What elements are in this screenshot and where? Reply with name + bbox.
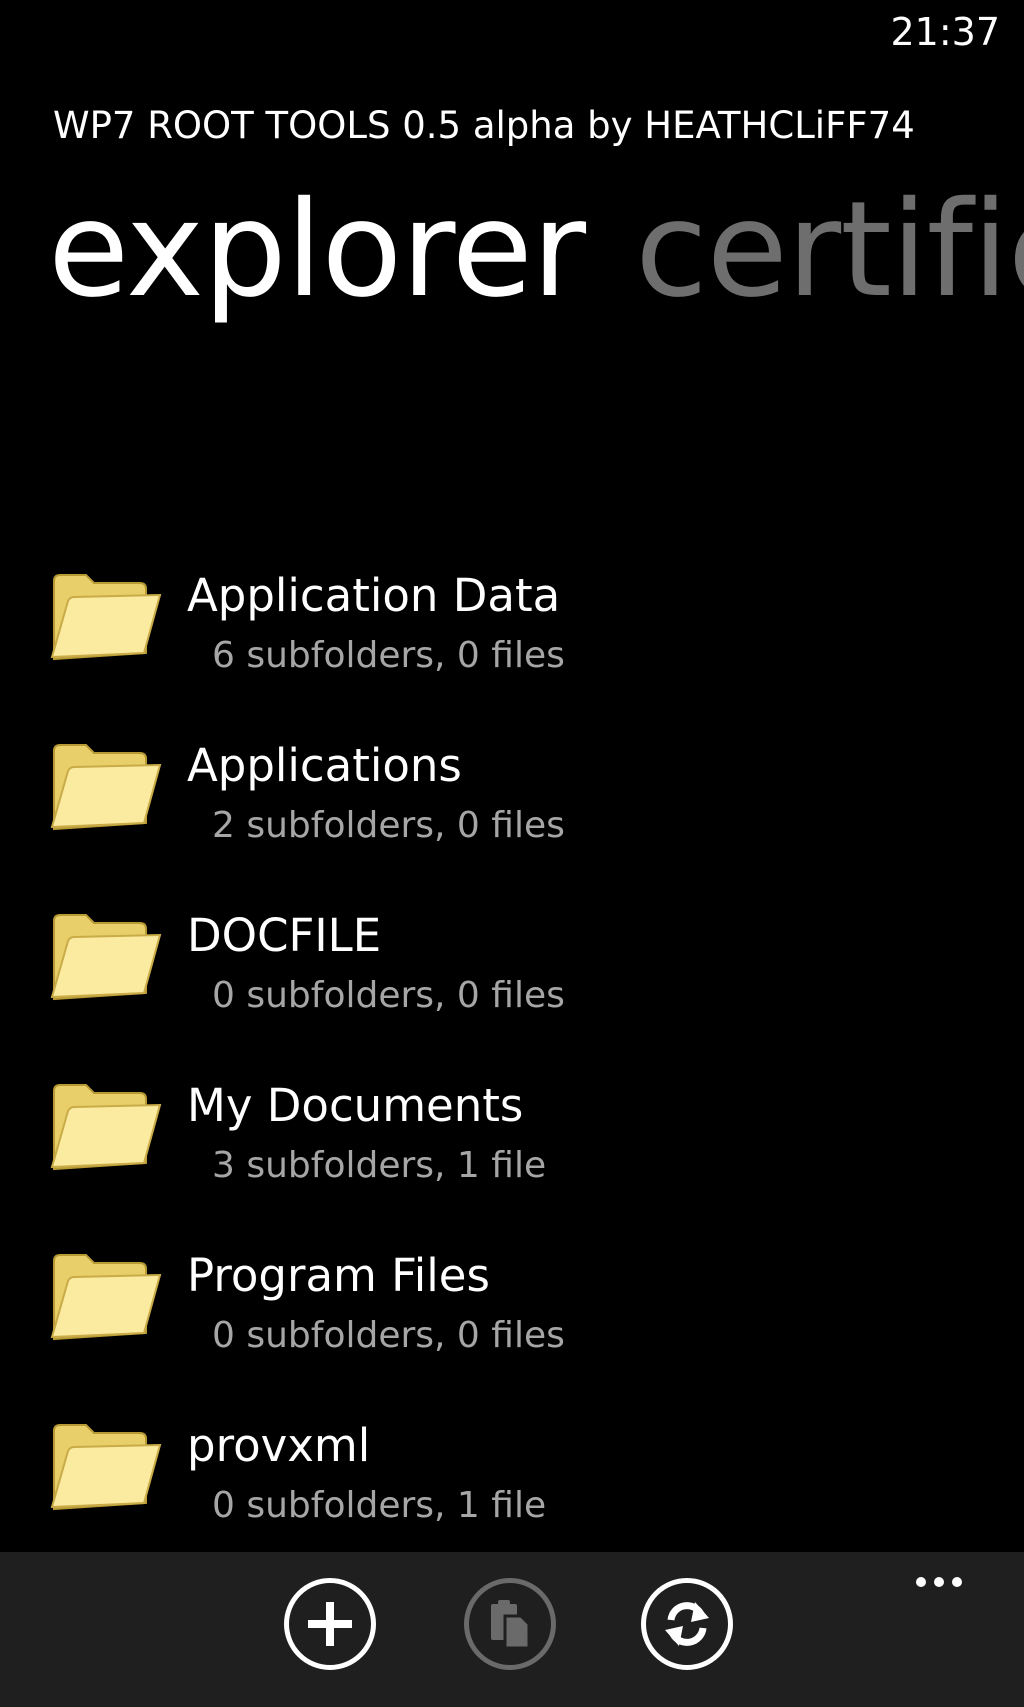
file-name: DOCFILE [187,909,382,962]
file-name: Program Files [187,1249,490,1302]
file-name: Application Data [187,569,561,622]
list-item[interactable]: provxml 0 subfolders, 1 file [0,1405,1024,1575]
add-button[interactable] [284,1578,376,1670]
folder-icon [50,744,162,831]
list-item[interactable]: Application Data 6 subfolders, 0 files [0,555,1024,725]
refresh-button[interactable] [641,1578,733,1670]
paste-icon [491,1600,531,1650]
file-name: My Documents [187,1079,524,1132]
refresh-icon [665,1602,709,1646]
folder-icon [50,914,162,1001]
folder-icon [50,1254,162,1341]
folder-icon [50,1084,162,1171]
status-time: 21:37 [890,10,1000,54]
paste-button[interactable] [464,1578,556,1670]
file-meta: 6 subfolders, 0 files [212,635,565,676]
file-name: Applications [187,739,462,792]
pivot-item-certificates[interactable]: certific [635,170,1024,330]
more-dots-icon[interactable] [916,1572,976,1592]
folder-icon [50,1424,162,1511]
dot [916,1577,926,1587]
list-item[interactable]: DOCFILE 0 subfolders, 0 files [0,895,1024,1065]
file-meta: 0 subfolders, 1 file [212,1485,547,1526]
file-meta: 0 subfolders, 0 files [212,1315,565,1356]
file-meta: 3 subfolders, 1 file [212,1145,547,1186]
application-bar [0,1552,1024,1707]
file-name: provxml [187,1419,371,1472]
file-list: Application Data 6 subfolders, 0 files A… [0,555,1024,1575]
list-item[interactable]: Applications 2 subfolders, 0 files [0,725,1024,895]
dot [934,1577,944,1587]
status-bar: 21:37 [0,0,1024,70]
pivot-item-explorer[interactable]: explorer [48,170,586,330]
list-item[interactable]: My Documents 3 subfolders, 1 file [0,1065,1024,1235]
pivot-header: explorer certific [48,170,1024,330]
dot [952,1577,962,1587]
file-meta: 0 subfolders, 0 files [212,975,565,1016]
list-item[interactable]: Program Files 0 subfolders, 0 files [0,1235,1024,1405]
file-meta: 2 subfolders, 0 files [212,805,565,846]
add-icon [308,1602,352,1646]
app-title: WP7 ROOT TOOLS 0.5 alpha by HEATHCLiFF74 [53,104,915,147]
folder-icon [50,574,162,661]
